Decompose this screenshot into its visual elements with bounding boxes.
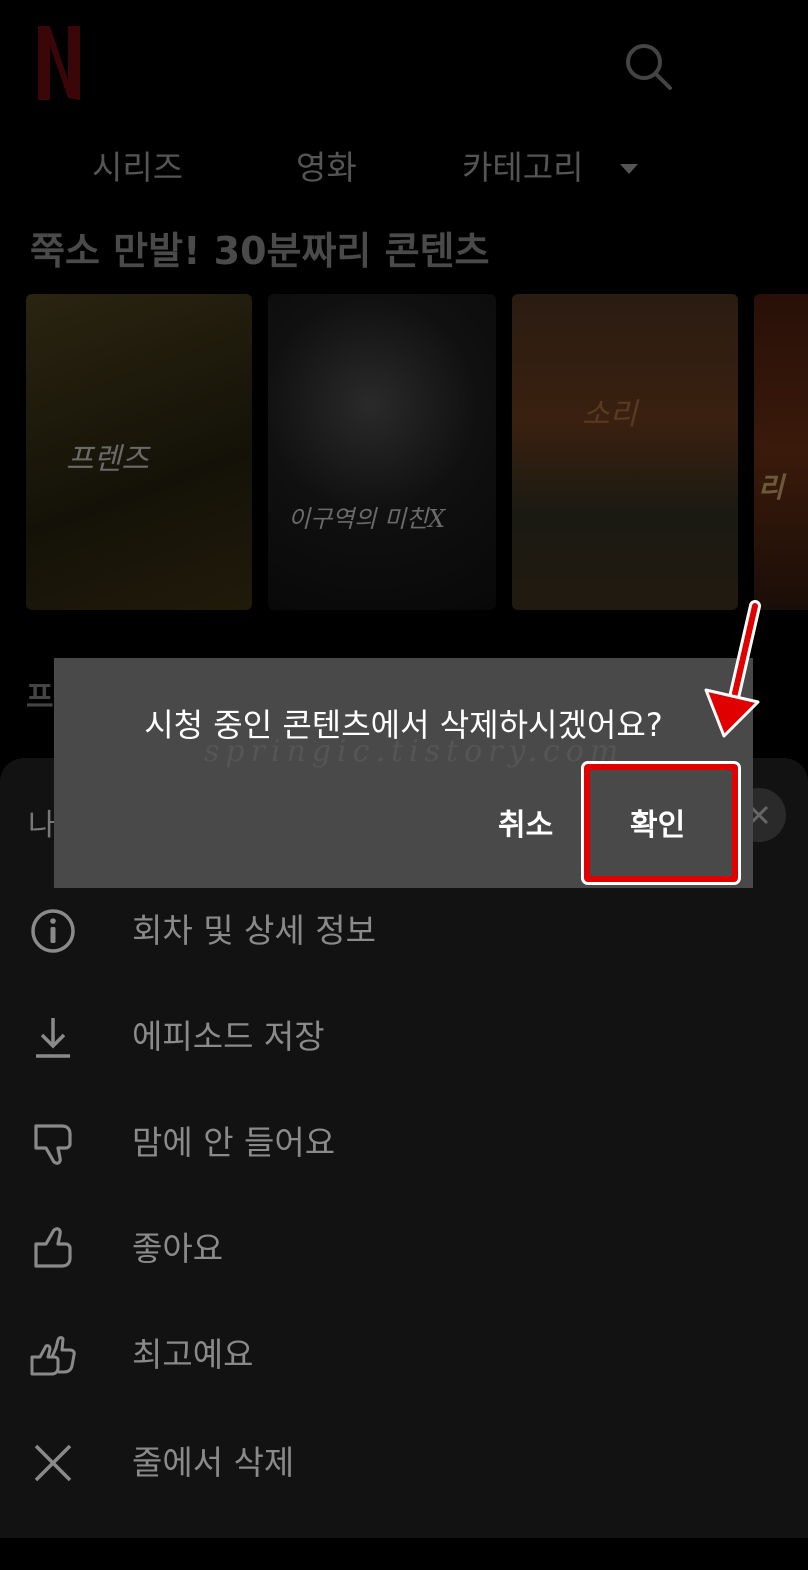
- poster-card[interactable]: 이구역의 미친X: [268, 294, 496, 610]
- annotation-highlight-box: [581, 761, 741, 885]
- top-nav: 시리즈 영화 카테고리: [0, 140, 808, 196]
- download-icon: [36, 1018, 70, 1058]
- thumbs-down-icon: [34, 1124, 72, 1165]
- tab-series[interactable]: 시리즈: [92, 140, 183, 196]
- menu-item-episode-details[interactable]: 회차 및 상세 정보: [0, 886, 808, 976]
- menu-item-label: 최고예요: [132, 1335, 254, 1374]
- cancel-button[interactable]: 취소: [498, 800, 553, 844]
- menu-item-label: 줄에서 삭제: [132, 1443, 295, 1482]
- tab-movies[interactable]: 영화: [296, 140, 357, 196]
- menu-item-download-episode[interactable]: 에피소드 저장: [0, 992, 808, 1082]
- menu-item-dislike[interactable]: 맘에 안 들어요: [0, 1098, 808, 1188]
- menu-item-remove-from-row[interactable]: 줄에서 삭제: [0, 1418, 808, 1508]
- menu-item-label: 에피소드 저장: [132, 1017, 325, 1056]
- poster-title: 이구역의 미친X: [288, 505, 446, 533]
- poster-title: 소리: [582, 397, 638, 432]
- double-thumbs-up-icon: [30, 1336, 76, 1376]
- menu-item-like[interactable]: 좋아요: [0, 1204, 808, 1294]
- menu-item-label: 회차 및 상세 정보: [132, 911, 376, 950]
- chevron-down-icon: [620, 164, 638, 174]
- tab-categories[interactable]: 카테고리: [462, 140, 583, 196]
- poster-card[interactable]: 리: [754, 294, 808, 610]
- watermark: springic.tistory.com: [204, 734, 625, 769]
- row-title: 프: [26, 680, 54, 715]
- annotation-arrow-icon: [704, 600, 761, 738]
- poster-title: 프렌즈: [66, 442, 149, 477]
- close-icon: [34, 1444, 72, 1482]
- info-icon: [31, 909, 75, 953]
- sheet-title: 나: [28, 808, 56, 843]
- menu-item-label: 맘에 안 들어요: [132, 1123, 336, 1162]
- row-title: 쭉소 만발! 30분짜리 콘텐츠: [30, 229, 490, 273]
- netflix-logo: [38, 26, 80, 100]
- system-nav-bar: [0, 1538, 808, 1570]
- menu-item-love[interactable]: 최고예요: [0, 1310, 808, 1400]
- poster-card[interactable]: 소리: [512, 294, 738, 610]
- thumbs-up-icon: [34, 1227, 72, 1268]
- poster-card[interactable]: 프렌즈: [26, 294, 252, 610]
- search-icon[interactable]: [622, 40, 674, 92]
- poster-title: 리: [758, 471, 784, 504]
- menu-item-label: 좋아요: [132, 1229, 224, 1268]
